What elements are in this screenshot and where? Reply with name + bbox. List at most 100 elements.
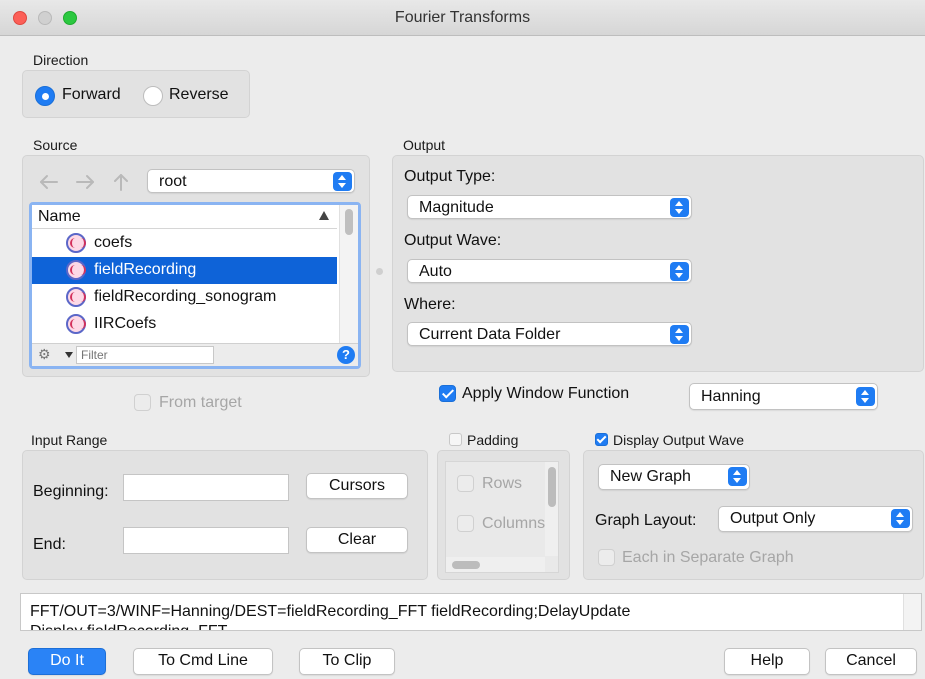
list-item[interactable]: IIRCoefs [32,311,337,338]
graph-layout-popup[interactable]: Output Only [718,506,913,532]
padding-hscroll[interactable] [446,557,545,572]
to-clip-button[interactable]: To Clip [299,648,395,675]
folder-popup-value: root [159,173,187,190]
where-popup[interactable]: Current Data Folder [407,322,692,346]
padding-hscroll-thumb[interactable] [452,561,480,569]
splitter-handle[interactable] [376,268,383,275]
list-item-label: coefs [94,234,133,251]
up-arrow-icon[interactable] [114,174,128,191]
list-scrollbar-thumb[interactable] [345,209,353,235]
list-item-label: fieldRecording_sonogram [94,288,277,305]
folder-popup[interactable]: root [147,169,355,193]
list-item-label: IIRCoefs [94,315,157,332]
beginning-field[interactable] [123,474,289,501]
output-type-label: Output Type: [404,168,496,185]
command-line-2: Display fieldRecording_FFT [30,623,227,630]
popup-arrows-icon [670,198,689,217]
list-scrollbar[interactable] [339,205,358,343]
clear-button[interactable]: Clear [306,527,408,553]
each-in-separate-graph-checkbox[interactable] [598,549,615,566]
wave-icon [66,260,86,280]
forward-radio-label[interactable]: Forward [62,86,121,104]
data-browser-list[interactable]: Name coefs fieldRecording fieldRecording… [29,202,361,369]
popup-arrows-icon [891,509,910,528]
popup-arrows-icon [333,172,352,191]
beginning-label: Beginning: [33,483,109,500]
input-range-label: Input Range [31,432,108,448]
where-label: Where: [404,296,456,313]
name-column-label: Name [38,208,81,225]
graph-layout-label: Graph Layout: [595,512,697,529]
title-bar[interactable]: Fourier Transforms [0,0,925,36]
help-button[interactable]: Help [724,648,810,675]
apply-window-function-checkbox[interactable] [439,385,456,402]
columns-label: Columns [482,515,546,532]
output-type-popup[interactable]: Magnitude [407,195,692,219]
graph-popup[interactable]: New Graph [598,464,750,490]
reverse-radio-label[interactable]: Reverse [169,86,229,104]
output-type-value: Magnitude [419,199,494,216]
source-label: Source [33,137,78,153]
list-item[interactable]: fieldRecording_sonogram [32,284,337,311]
command-line-1: FFT/OUT=3/WINF=Hanning/DEST=fieldRecordi… [30,603,631,620]
popup-arrows-icon [856,387,875,406]
padding-vscroll[interactable] [545,462,558,556]
list-item[interactable]: coefs [32,230,337,257]
popup-arrows-icon [670,325,689,344]
from-target-checkbox[interactable] [134,394,151,411]
name-column-header[interactable]: Name [32,205,337,229]
to-cmd-line-button[interactable]: To Cmd Line [133,648,273,675]
end-label: End: [33,536,66,553]
forward-radio[interactable] [35,86,55,106]
cancel-button[interactable]: Cancel [825,648,917,675]
padding-vscroll-thumb[interactable] [548,467,556,507]
do-it-button[interactable]: Do It [28,648,106,675]
where-value: Current Data Folder [419,326,561,343]
output-wave-label: Output Wave: [404,232,502,249]
command-scrollbar[interactable] [903,594,921,630]
padding-checkbox[interactable] [449,433,462,446]
popup-arrows-icon [670,262,689,281]
popup-arrows-icon [728,467,747,486]
padding-label[interactable]: Padding [467,432,518,448]
each-in-separate-graph-label[interactable]: Each in Separate Graph [622,549,794,567]
output-group: Output Type: Magnitude Output Wave: Auto… [392,155,924,372]
list-item-selected[interactable]: fieldRecording [32,257,337,284]
cursors-button[interactable]: Cursors [306,473,408,499]
help-icon[interactable]: ? [337,346,355,364]
display-output-wave-label[interactable]: Display Output Wave [613,432,744,448]
back-arrow-icon[interactable] [40,175,58,189]
output-wave-popup[interactable]: Auto [407,259,692,283]
sort-ascending-icon [319,211,329,220]
graph-layout-value: Output Only [730,510,816,527]
wave-icon [66,233,86,253]
input-range-group: Beginning: Cursors End: Clear [22,450,428,580]
gear-menu-arrow-icon[interactable] [65,352,73,358]
apply-window-function-label[interactable]: Apply Window Function [462,385,629,403]
rows-checkbox[interactable] [457,475,474,492]
padding-list[interactable]: Rows Columns [445,461,559,573]
output-wave-value: Auto [419,263,452,280]
wave-icon [66,287,86,307]
list-item-label: fieldRecording [94,261,197,278]
rows-label: Rows [482,475,523,492]
graph-value: New Graph [610,468,691,485]
filter-input[interactable] [76,346,214,364]
window-title: Fourier Transforms [394,9,531,26]
from-target-label[interactable]: From target [159,394,242,412]
display-output-wave-checkbox[interactable] [595,433,608,446]
display-group: New Graph Graph Layout: Output Only Each… [583,450,924,580]
window-function-popup[interactable]: Hanning [689,383,878,410]
navigation-arrows [40,174,128,191]
end-field[interactable] [123,527,289,554]
gear-icon[interactable]: ⚙ [38,346,51,363]
direction-label: Direction [33,52,89,68]
wave-icon [66,314,86,334]
browser-footer: ⚙ ? [32,343,358,366]
columns-checkbox[interactable] [457,515,474,532]
command-preview[interactable]: FFT/OUT=3/WINF=Hanning/DEST=fieldRecordi… [20,593,922,631]
direction-group: Forward Reverse [22,70,250,118]
forward-arrow-icon[interactable] [76,175,94,189]
reverse-radio[interactable] [143,86,163,106]
padding-group: Rows Columns [437,450,570,580]
